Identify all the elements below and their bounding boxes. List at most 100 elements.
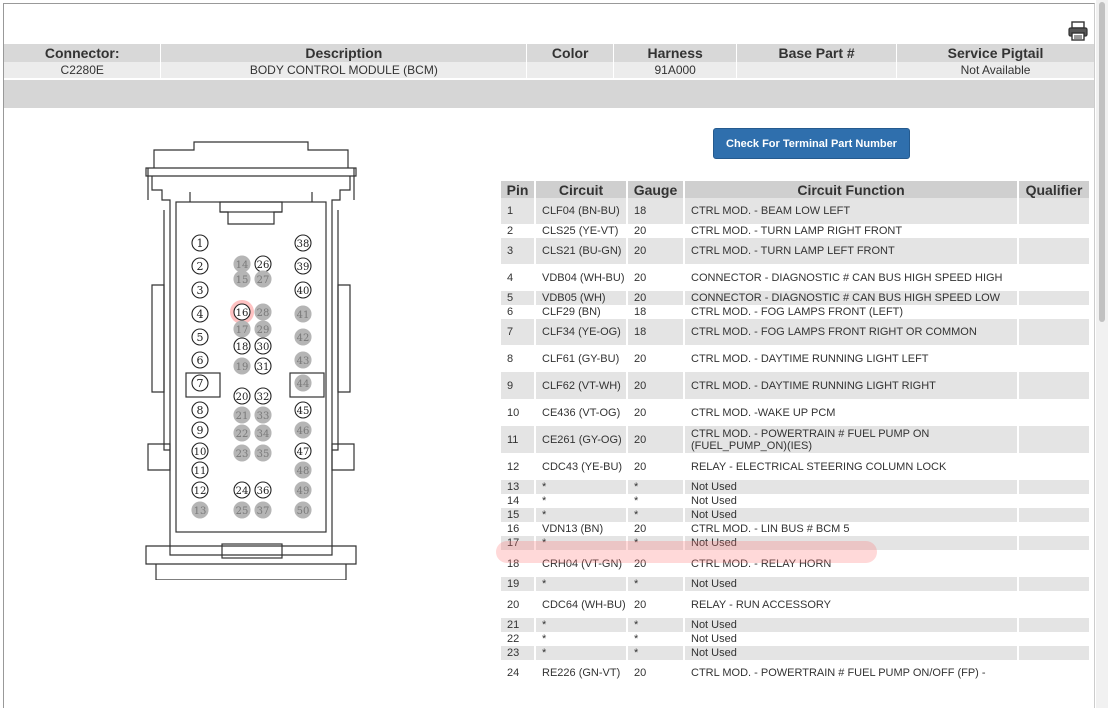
pin-function-cell: Not Used — [684, 618, 1019, 632]
pin-46-label: 46 — [297, 426, 310, 437]
pin-pin-cell: 2 — [501, 224, 536, 238]
check-terminal-part-number-button[interactable]: Check For Terminal Part Number — [713, 128, 910, 159]
connector-header-cell: Base Part # — [736, 44, 898, 62]
pin-function-cell: CTRL MOD. - TURN LAMP LEFT FRONT — [684, 238, 1019, 264]
pin-row[interactable]: 7 CLF34 (YE-OG) 18 CTRL MOD. - FOG LAMPS FR… — [501, 319, 1091, 345]
pin-row[interactable]: 3 CLS21 (BU-GN) 20 CTRL MOD. - TURN LAMP LE… — [501, 238, 1091, 264]
pin-pin-cell: 8 — [501, 345, 536, 372]
pin-table-header-cell: Circuit — [535, 181, 628, 198]
pin-row[interactable]: 10 CE436 (VT-OG) 20 CTRL MOD. -WAKE UP PCM — [501, 399, 1091, 426]
pin-42-label: 42 — [297, 333, 310, 344]
pin-gauge-cell: 20 — [627, 291, 685, 305]
pin-row[interactable]: 1 CLF04 (BN-BU) 18 CTRL MOD. - BEAM LOW LEF… — [501, 198, 1091, 224]
pin-row[interactable]: 9 CLF62 (VT-WH) 20 CTRL MOD. - DAYTIME RUNN… — [501, 372, 1091, 399]
pin-row[interactable]: 23 * * Not Used — [501, 646, 1091, 660]
pin-row[interactable]: 11 CE261 (GY-OG) 20 CTRL MOD. - POWERTRAIN … — [501, 426, 1091, 453]
connector-header-cell: Description — [160, 44, 528, 62]
connector-header-cell: Color — [526, 44, 615, 62]
pin-circuit-cell: CLF34 (YE-OG) — [535, 319, 628, 345]
pin-25-label: 25 — [236, 506, 249, 517]
pin-pin-cell: 9 — [501, 372, 536, 399]
pin-function-cell: Not Used — [684, 646, 1019, 660]
pin-row[interactable]: 17 * * Not Used — [501, 536, 1091, 550]
pin-gauge-cell: * — [627, 646, 685, 660]
pin-qualifier-cell — [1018, 632, 1091, 646]
pin-pin-cell: 24 — [501, 660, 536, 686]
pin-32-label: 32 — [257, 392, 270, 403]
pin-33-label: 33 — [257, 411, 270, 422]
pin-circuit-cell: CE436 (VT-OG) — [535, 399, 628, 426]
pin-qualifier-cell — [1018, 508, 1091, 522]
pin-row[interactable]: 16 VDN13 (BN) 20 CTRL MOD. - LIN BUS # BCM … — [501, 522, 1091, 536]
pin-row[interactable]: 22 * * Not Used — [501, 632, 1091, 646]
pin-row[interactable]: 15 * * Not Used — [501, 508, 1091, 522]
pin-row[interactable]: 19 * * Not Used — [501, 577, 1091, 591]
pin-row[interactable]: 13 * * Not Used — [501, 480, 1091, 494]
pin-qualifier-cell — [1018, 372, 1091, 399]
pin-qualifier-cell — [1018, 453, 1091, 480]
pin-row[interactable]: 24 RE226 (GN-VT) 20 CTRL MOD. - POWERTRAIN … — [501, 660, 1091, 686]
pin-table-header-cell: Pin — [501, 181, 536, 198]
pin-pin-cell: 6 — [501, 305, 536, 319]
pin-function-cell: CTRL MOD. - DAYTIME RUNNING LIGHT RIGHT — [684, 372, 1019, 399]
pin-10-label: 10 — [194, 447, 207, 458]
pin-circuit-cell: CLS25 (YE-VT) — [535, 224, 628, 238]
connector-face-diagram: 1234567891011121314151617181920212223242… — [145, 141, 357, 580]
pin-29-label: 29 — [257, 325, 270, 336]
pin-15-label: 15 — [236, 275, 249, 286]
pin-qualifier-cell — [1018, 198, 1091, 224]
pin-circuit-cell: * — [535, 577, 628, 591]
pin-circuit-cell: * — [535, 536, 628, 550]
pin-qualifier-cell — [1018, 550, 1091, 577]
pin-row[interactable]: 12 CDC43 (YE-BU) 20 RELAY - ELECTRICAL STEE… — [501, 453, 1091, 480]
pin-11-label: 11 — [194, 466, 207, 477]
pin-gauge-cell: * — [627, 480, 685, 494]
pin-gauge-cell: * — [627, 536, 685, 550]
pin-gauge-cell: 20 — [627, 264, 685, 291]
pin-gauge-cell: 18 — [627, 305, 685, 319]
pin-row[interactable]: 2 CLS25 (YE-VT) 20 CTRL MOD. - TURN LAMP RI… — [501, 224, 1091, 238]
pin-36-label: 36 — [257, 486, 270, 497]
pin-12-label: 12 — [194, 486, 207, 497]
pin-row[interactable]: 18 CRH04 (VT-GN) 20 CTRL MOD. - RELAY HORN — [501, 550, 1091, 577]
pin-qualifier-cell — [1018, 224, 1091, 238]
pin-row[interactable]: 5 VDB05 (WH) 20 CONNECTOR - DIAGNOSTIC # CA… — [501, 291, 1091, 305]
pin-qualifier-cell — [1018, 577, 1091, 591]
pin-row[interactable]: 21 * * Not Used — [501, 618, 1091, 632]
pin-28-label: 28 — [257, 308, 270, 319]
pin-pin-cell: 21 — [501, 618, 536, 632]
pin-row[interactable]: 6 CLF29 (BN) 18 CTRL MOD. - FOG LAMPS FRONT… — [501, 305, 1091, 319]
pin-pin-cell: 11 — [501, 426, 536, 453]
pin-18-label: 18 — [236, 342, 249, 353]
pin-gauge-cell: * — [627, 577, 685, 591]
pin-44-label: 44 — [297, 379, 310, 390]
pin-pin-cell: 4 — [501, 264, 536, 291]
pin-6-label: 6 — [197, 354, 204, 367]
pin-row[interactable]: 20 CDC64 (WH-BU) 20 RELAY - RUN ACCESSORY — [501, 591, 1091, 618]
pin-gauge-cell: 18 — [627, 319, 685, 345]
connector-value-cell: 91A000 — [613, 62, 738, 78]
pin-30-label: 30 — [257, 342, 270, 353]
section-divider-band — [4, 80, 1094, 108]
pin-qualifier-cell — [1018, 238, 1091, 264]
printer-icon[interactable] — [1067, 21, 1089, 41]
pin-function-cell: CTRL MOD. - RELAY HORN — [684, 550, 1019, 577]
pin-pin-cell: 19 — [501, 577, 536, 591]
pin-pin-cell: 15 — [501, 508, 536, 522]
scrollbar-thumb[interactable] — [1099, 2, 1105, 322]
pin-function-cell: CTRL MOD. -WAKE UP PCM — [684, 399, 1019, 426]
pin-qualifier-cell — [1018, 264, 1091, 291]
page-frame: Connector: Description Color Harness Base Pa… — [3, 3, 1095, 708]
pin-row[interactable]: 4 VDB04 (WH-BU) 20 CONNECTOR - DIAGNOSTIC #… — [501, 264, 1091, 291]
pin-qualifier-cell — [1018, 345, 1091, 372]
pin-function-cell: Not Used — [684, 508, 1019, 522]
pin-16-label: 16 — [236, 308, 249, 319]
pin-31-label: 31 — [257, 362, 270, 373]
pin-circuit-cell: RE226 (GN-VT) — [535, 660, 628, 686]
pin-row[interactable]: 8 CLF61 (GY-BU) 20 CTRL MOD. - DAYTIME RUNN… — [501, 345, 1091, 372]
pin-4-label: 4 — [197, 308, 204, 321]
pin-function-cell: CTRL MOD. - LIN BUS # BCM 5 — [684, 522, 1019, 536]
pin-row[interactable]: 14 * * Not Used — [501, 494, 1091, 508]
pin-pin-cell: 1 — [501, 198, 536, 224]
pin-function-cell: Not Used — [684, 577, 1019, 591]
